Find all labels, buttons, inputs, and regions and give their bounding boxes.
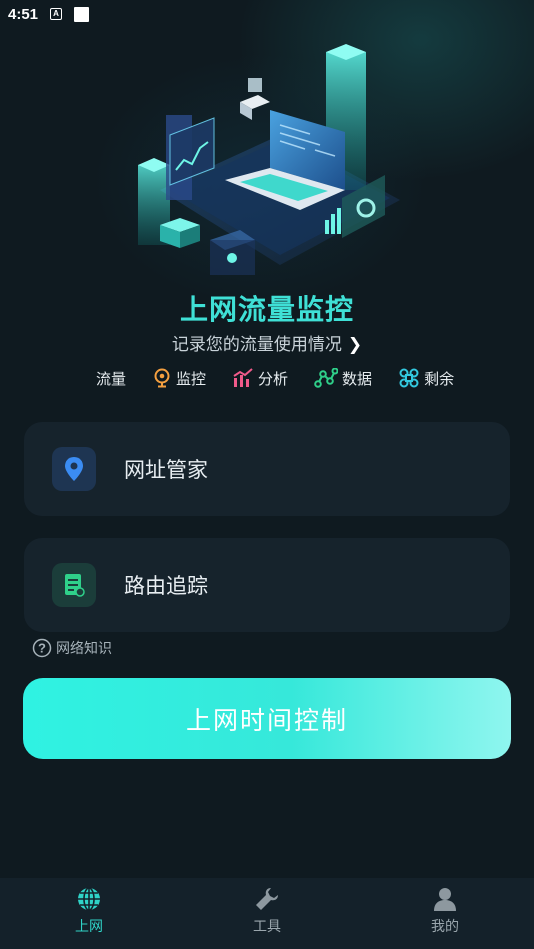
- nav-mine-label: 我的: [431, 919, 459, 935]
- bottom-navigation: 上网 工具 我的: [0, 878, 534, 949]
- feature-remaining-label: 剩余: [424, 369, 455, 388]
- feature-row: 流量 监控 分析 数据 剩余: [96, 366, 476, 390]
- internet-time-control-label: 上网时间控制: [185, 705, 348, 735]
- url-manager-icon-box: [52, 447, 96, 491]
- app-subtitle-text: 记录您的流量使用情况: [171, 335, 342, 355]
- location-pin-icon: [65, 457, 83, 481]
- status-square-icon: [74, 6, 90, 22]
- person-icon: [434, 888, 456, 911]
- feature-monitor: 监控: [152, 368, 206, 389]
- feature-traffic-label: 流量: [96, 369, 127, 388]
- url-manager-card[interactable]: 网址管家: [24, 422, 510, 516]
- route-trace-icon-box: [52, 563, 96, 607]
- app-subtitle-link[interactable]: 记录您的流量使用情况 ❯: [0, 330, 534, 355]
- nav-tab-mine[interactable]: 我的: [356, 878, 534, 949]
- route-trace-label: 路由追踪: [124, 574, 208, 598]
- app-title: 上网流量监控: [179, 293, 354, 326]
- nav-internet-label: 上网: [75, 919, 103, 935]
- globe-icon: [78, 887, 100, 911]
- status-time: 4:51: [8, 5, 39, 23]
- network-knowledge-link[interactable]: ? 网络知识: [32, 638, 112, 658]
- help-circle-icon: ?: [32, 638, 52, 658]
- nodes-icon: [314, 368, 339, 388]
- command-icon: [399, 368, 419, 388]
- route-trace-card[interactable]: 路由追踪: [24, 538, 510, 632]
- internet-time-control-button[interactable]: 上网时间控制: [23, 678, 511, 759]
- feature-data: 数据: [314, 368, 372, 389]
- feature-analysis: 分析: [232, 368, 288, 389]
- feature-monitor-label: 监控: [176, 369, 207, 388]
- document-icon: [65, 574, 85, 597]
- feature-remaining: 剩余: [398, 368, 454, 389]
- chevron-right-icon: ❯: [347, 335, 363, 355]
- feature-data-label: 数据: [342, 369, 373, 388]
- chart-icon: [233, 368, 253, 387]
- feature-analysis-label: 分析: [258, 369, 289, 388]
- nav-tab-tools[interactable]: 工具: [178, 878, 356, 949]
- nav-tab-internet[interactable]: 上网: [0, 878, 178, 949]
- status-notification-icon: A: [50, 8, 63, 20]
- svg-text:?: ?: [38, 641, 46, 656]
- feature-traffic: 流量: [96, 368, 126, 389]
- nav-tools-label: 工具: [253, 919, 281, 935]
- hero-laptop-illustration: [138, 44, 400, 275]
- network-knowledge-label: 网络知识: [56, 641, 112, 657]
- wrench-icon: [256, 888, 278, 910]
- url-manager-label: 网址管家: [124, 458, 208, 482]
- location-pin-icon: [154, 368, 170, 388]
- status-bar: 4:51 A: [0, 0, 534, 28]
